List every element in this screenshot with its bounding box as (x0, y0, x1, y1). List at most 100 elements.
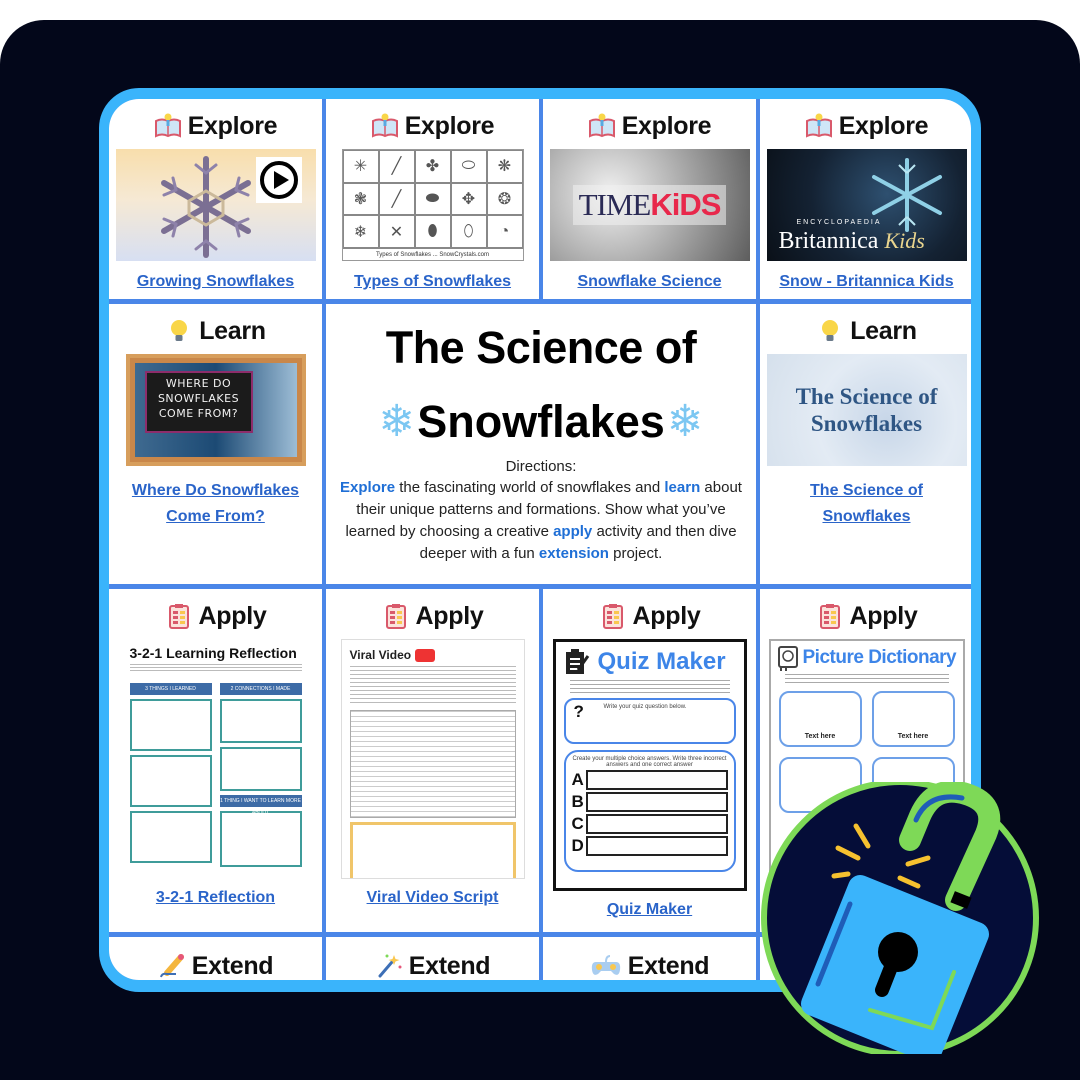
apply-cell-viral-video: Apply Viral Video Viral Video Script (326, 589, 539, 932)
checklist-icon (168, 604, 189, 629)
option-letter: A (571, 770, 584, 789)
crystal-type: ❂ (486, 182, 523, 216)
snowflake-icon: ❄ (666, 397, 704, 446)
britannica-kids-thumbnail[interactable]: ENCYCLOPAEDIA Britannica Kids (766, 149, 967, 261)
snowflake-icon: ❄ (378, 397, 416, 446)
link-line: The Science of (810, 482, 923, 499)
crystal-type: ✥ (450, 182, 487, 216)
worksheet-instructions (784, 674, 949, 684)
dictionary-card: Text here (778, 691, 862, 747)
worksheet-title: 3-2-1 Learning Reflection (129, 645, 297, 661)
crystal-type: ✳ (342, 150, 379, 183)
worksheet-instructions (129, 664, 302, 672)
explore-heading-text: Explore (621, 111, 712, 140)
explore-heading-text: Explore (187, 111, 278, 140)
where-do-snowflakes-thumbnail[interactable]: WHERE DO SNOWFLAKES COME FROM? (125, 354, 306, 466)
answer-box (129, 811, 212, 863)
explore-heading: Explore (588, 109, 712, 143)
directions-segment: the fascinating world of snowflakes and (395, 479, 665, 496)
learn-cell-science-of-snowflakes: Learn The Science of Snowflakes The Scien… (760, 304, 971, 584)
apply-cell-reflection: Apply 3-2-1 Learning Reflection 3 THINGS… (109, 589, 322, 932)
book-bulb-icon (805, 113, 832, 138)
britannica-kids-link[interactable]: Snow - Britannica Kids (779, 269, 953, 295)
worksheet-instructions (569, 680, 730, 694)
worksheet-title: Viral Video (342, 640, 524, 662)
growing-snowflakes-thumbnail[interactable] (115, 149, 316, 261)
answer-box (349, 822, 516, 878)
where-do-snowflakes-link[interactable]: Where Do Snowflakes Come From? (132, 478, 299, 530)
answer-box (129, 699, 212, 751)
crystal-type: ╱ (378, 150, 415, 183)
apply-heading-text: Apply (415, 601, 484, 630)
apply-heading-text: Apply (632, 601, 701, 630)
worksheet-title: Quiz Maker (556, 642, 744, 676)
explore-heading-text: Explore (404, 111, 495, 140)
reflection-worksheet-preview[interactable]: 3-2-1 Learning Reflection 3 THINGS I LEA… (123, 639, 308, 879)
extend-cell-1: Extend (109, 937, 322, 980)
explore-heading: Explore (805, 109, 929, 143)
section-header: 1 THING I WANT TO LEARN MORE ABOUT (219, 795, 302, 816)
crystal-type: ❃ (342, 182, 379, 216)
chalk-line: WHERE DO (165, 377, 232, 390)
crystal-type: ⬭ (450, 150, 487, 183)
link-line: Come From? (166, 508, 265, 525)
time-kids-thumbnail[interactable]: TIMEKiDS (549, 149, 750, 261)
extend-heading: Extend (590, 949, 710, 980)
britannica-kids-logo: ENCYCLOPAEDIA Britannica Kids (778, 219, 925, 255)
lightbulb-icon (822, 320, 839, 341)
reflection-link[interactable]: 3-2-1 Reflection (156, 885, 275, 911)
viral-video-worksheet-preview[interactable]: Viral Video (340, 639, 525, 879)
keyword-extension: extension (538, 545, 609, 562)
checklist-icon (602, 604, 623, 629)
explore-heading-text: Explore (838, 111, 929, 140)
dictionary-book-icon (777, 646, 798, 671)
viral-video-script-link[interactable]: Viral Video Script (367, 885, 499, 911)
answer-option: C (572, 814, 728, 834)
book-bulb-icon (154, 113, 181, 138)
snowflake-science-link[interactable]: Snowflake Science (577, 269, 721, 295)
apply-heading: Apply (382, 599, 484, 633)
quiz-maker-worksheet-preview[interactable]: Quiz Maker ? Write your quiz question bel… (552, 639, 747, 891)
types-of-snowflakes-link[interactable]: Types of Snowflakes (354, 269, 511, 295)
quiz-maker-link[interactable]: Quiz Maker (607, 897, 692, 923)
worksheet-column: 3 THINGS I LEARNED (129, 683, 212, 863)
growing-snowflakes-link[interactable]: Growing Snowflakes (137, 269, 294, 295)
answer-box (219, 811, 302, 867)
question-prompt: Write your quiz question below. (603, 704, 687, 710)
extend-heading-text: Extend (627, 951, 710, 980)
explore-heading: Explore (371, 109, 495, 143)
section-header: 2 CONNECTIONS I MADE (219, 683, 302, 695)
types-of-snowflakes-thumbnail[interactable]: ✳ ╱ ✤ ⬭ ❋ ❃ ╱ ⬬ ✥ ❂ ❄ ✕ ⬮ ⬯ ◔ Types of Snowflakes ..… (341, 149, 524, 261)
crystal-type: ✕ (378, 215, 415, 248)
clipboard-icon (565, 649, 589, 674)
crystal-type: ⬯ (450, 215, 487, 248)
chalk-line: SNOWFLAKES (157, 392, 240, 405)
play-video-button[interactable] (255, 157, 302, 203)
answer-field (585, 836, 728, 856)
snowflake-types-chart: ✳ ╱ ✤ ⬭ ❋ ❃ ╱ ⬬ ✥ ❂ ❄ ✕ ⬮ ⬯ ◔ (342, 150, 523, 248)
apply-heading-text: Apply (849, 601, 918, 630)
learn-heading-text: Learn (850, 316, 917, 345)
answer-box (129, 755, 212, 807)
extend-heading: Extend (375, 949, 491, 980)
chalkboard-title: WHERE DO SNOWFLAKES COME FROM? (144, 371, 253, 433)
worksheet-title-text: Viral Video (349, 648, 412, 662)
question-mark: ? (573, 702, 584, 721)
crystal-type: ⬬ (414, 182, 451, 216)
section-header: 3 THINGS I LEARNED (129, 683, 212, 695)
option-letter: B (571, 792, 584, 811)
science-of-snowflakes-thumbnail[interactable]: The Science of Snowflakes (766, 354, 967, 466)
chalk-line: COME FROM? (158, 407, 239, 420)
answer-option: B (572, 792, 728, 812)
extend-heading-text: Extend (408, 951, 491, 980)
extend-heading: Extend (158, 949, 274, 980)
science-of-snowflakes-link[interactable]: The Science of Snowflakes (810, 478, 923, 530)
answers-prompt: Create your multiple choice answers. Wri… (572, 756, 727, 768)
logo-britannica: Britannica (778, 228, 879, 254)
keyword-explore: Explore (340, 479, 396, 496)
sample-script (349, 710, 516, 818)
answers-box: Create your multiple choice answers. Wri… (563, 750, 736, 872)
logo-kids: KiDS (650, 187, 721, 222)
crystal-type: ✤ (414, 150, 451, 183)
logo-kids: Kids (884, 228, 925, 253)
